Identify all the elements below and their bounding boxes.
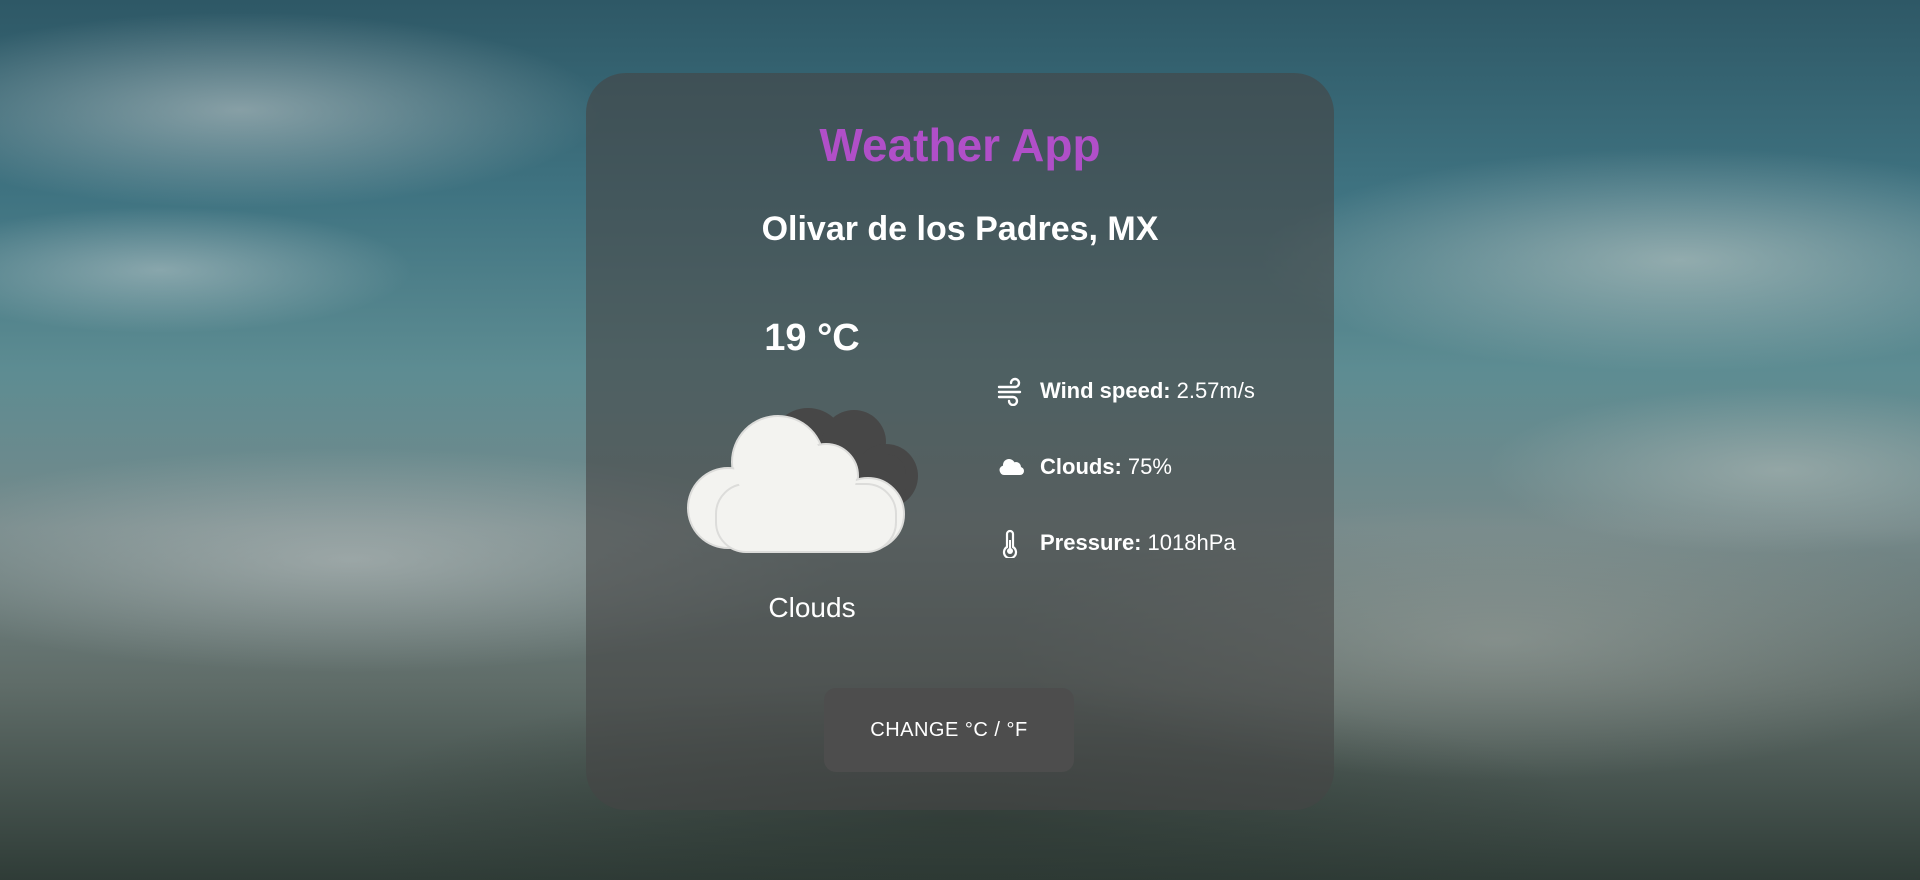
weather-condition: Clouds [768, 592, 856, 623]
stat-pressure: Pressure: 1018hPa [996, 528, 1255, 604]
cloud-icon [687, 408, 918, 553]
change-units-button[interactable]: CHANGE °C / °F [824, 688, 1074, 772]
app-title: Weather App [819, 119, 1101, 171]
stat-value: 1018hPa [1147, 530, 1236, 555]
wind-icon [997, 377, 1022, 406]
stat-wind-speed: Wind speed: 2.57m/s [996, 376, 1255, 452]
stat-value: 75% [1127, 454, 1172, 479]
stat-label: Clouds: [1040, 454, 1122, 479]
stat-value: 2.57m/s [1176, 378, 1255, 403]
city-name: Olivar de los Padres, MX [761, 210, 1159, 248]
weather-stats: Wind speed: 2.57m/s Clouds: 75% Pressure… [996, 376, 1255, 604]
cloud-icon [999, 459, 1024, 475]
stat-clouds: Clouds: 75% [996, 452, 1255, 528]
stat-label: Pressure: [1040, 530, 1142, 555]
temperature: 19 °C [764, 317, 860, 359]
stat-label: Wind speed: [1040, 378, 1171, 403]
thermometer-icon [1002, 529, 1018, 558]
